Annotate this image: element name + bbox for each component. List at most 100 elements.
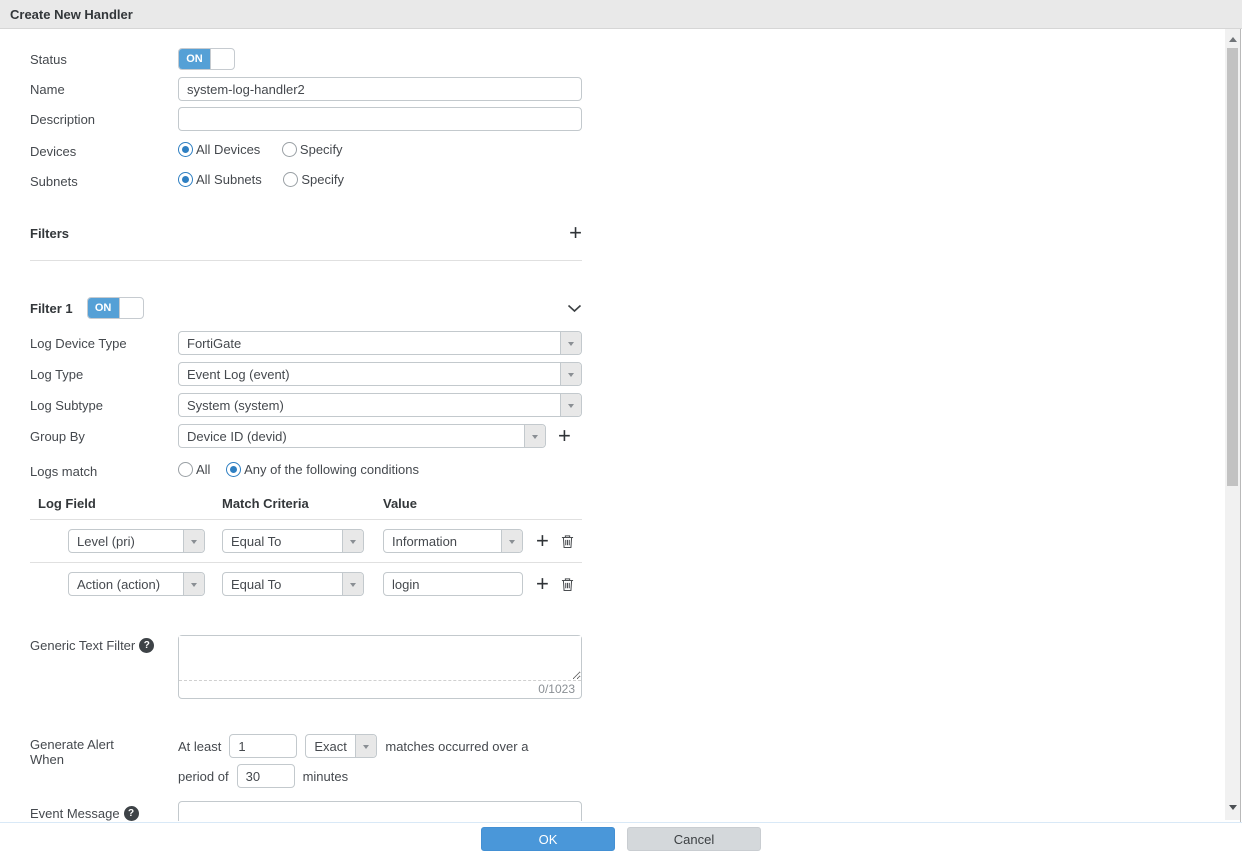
help-icon[interactable]: ?: [124, 806, 139, 821]
dropdown-arrow-icon: [342, 530, 363, 552]
event-message-row: Event Message ?: [30, 801, 582, 821]
name-input[interactable]: [178, 77, 582, 101]
scroll-up-button[interactable]: [1225, 31, 1240, 47]
match-count-input[interactable]: [229, 734, 297, 758]
generic-text-filter-box: 0/1023: [178, 635, 582, 699]
dropdown-arrow-icon: [183, 530, 204, 552]
devices-label: Devices: [30, 144, 178, 159]
generic-text-filter-row: Generic Text Filter ? 0/1023: [30, 635, 582, 699]
condition-row: Action (action) Equal To +: [30, 563, 582, 605]
description-label: Description: [30, 112, 178, 127]
dropdown-arrow-icon: [560, 332, 581, 354]
event-message-input[interactable]: [178, 801, 582, 821]
create-handler-dialog: Create New Handler Status ON Name Descri…: [0, 0, 1242, 858]
subnets-row: Subnets All Subnets Specify: [30, 172, 582, 190]
radio-selected-icon: [226, 462, 241, 477]
match-mode-select[interactable]: Exact: [305, 734, 377, 758]
dropdown-arrow-icon: [342, 573, 363, 595]
logs-match-label: Logs match: [30, 464, 178, 479]
logs-match-all-radio[interactable]: All: [178, 462, 210, 477]
dropdown-arrow-icon: [183, 573, 204, 595]
group-by-select[interactable]: Device ID (devid): [178, 424, 546, 448]
filter1-label: Filter 1: [30, 301, 73, 316]
generate-alert-label: Generate Alert When: [30, 734, 178, 767]
radio-selected-icon: [178, 142, 193, 157]
filters-section-head: Filters +: [30, 224, 582, 242]
log-subtype-select[interactable]: System (system): [178, 393, 582, 417]
name-row: Name: [30, 77, 582, 101]
ok-button[interactable]: OK: [481, 827, 615, 851]
toggle-on-segment: ON: [88, 298, 120, 318]
log-type-select[interactable]: Event Log (event): [178, 362, 582, 386]
help-icon[interactable]: ?: [139, 638, 154, 653]
subnets-label: Subnets: [30, 174, 178, 189]
devices-specify-radio[interactable]: Specify: [282, 142, 343, 157]
filter1-toggle[interactable]: ON: [87, 297, 144, 319]
period-of-text: period of: [178, 769, 229, 784]
alert-line-1: At least Exact matches occurred over a: [178, 734, 528, 758]
at-least-text: At least: [178, 739, 221, 754]
dialog-titlebar: Create New Handler: [0, 0, 1242, 29]
log-field-select[interactable]: Level (pri): [68, 529, 205, 553]
group-by-label: Group By: [30, 429, 178, 444]
scroll-down-button[interactable]: [1225, 800, 1240, 816]
match-criteria-select[interactable]: Equal To: [222, 529, 364, 553]
filters-heading: Filters: [30, 226, 69, 241]
log-device-type-select[interactable]: FortiGate: [178, 331, 582, 355]
dropdown-arrow-icon: [355, 735, 376, 757]
match-criteria-select[interactable]: Equal To: [222, 572, 364, 596]
subnets-specify-radio[interactable]: Specify: [283, 172, 344, 187]
add-condition-icon[interactable]: +: [536, 575, 549, 593]
value-select[interactable]: Information: [383, 529, 523, 553]
description-input[interactable]: [178, 107, 582, 131]
period-input[interactable]: [237, 764, 295, 788]
event-message-label: Event Message ?: [30, 806, 178, 821]
log-subtype-label: Log Subtype: [30, 398, 178, 413]
value-input[interactable]: [383, 572, 523, 596]
group-by-row: Group By Device ID (devid) +: [30, 424, 582, 448]
generic-text-filter-textarea[interactable]: [179, 636, 581, 680]
status-toggle[interactable]: ON: [178, 48, 235, 70]
condition-row: Level (pri) Equal To Information +: [30, 520, 582, 562]
dropdown-arrow-icon: [524, 425, 545, 447]
subnets-all-radio[interactable]: All Subnets: [178, 172, 262, 187]
add-group-by-icon[interactable]: +: [558, 427, 571, 445]
description-row: Description: [30, 107, 582, 131]
scrollbar-thumb[interactable]: [1227, 48, 1238, 486]
logs-match-any-radio[interactable]: Any of the following conditions: [226, 462, 419, 477]
section-divider: [30, 260, 582, 261]
status-row: Status ON: [30, 48, 582, 70]
arrow-up-icon: [1229, 33, 1237, 42]
log-device-type-row: Log Device Type FortiGate: [30, 331, 582, 355]
col-match-criteria: Match Criteria: [222, 496, 383, 511]
vertical-scrollbar[interactable]: [1225, 29, 1240, 820]
dropdown-arrow-icon: [560, 363, 581, 385]
devices-row: Devices All Devices Specify: [30, 142, 582, 160]
cancel-button[interactable]: Cancel: [627, 827, 761, 851]
dropdown-arrow-icon: [560, 394, 581, 416]
generate-alert-row: Generate Alert When At least Exact match…: [30, 734, 582, 788]
add-condition-icon[interactable]: +: [536, 532, 549, 550]
toggle-on-segment: ON: [179, 49, 211, 69]
log-type-row: Log Type Event Log (event): [30, 362, 582, 386]
radio-unselected-icon: [282, 142, 297, 157]
radio-selected-icon: [178, 172, 193, 187]
minutes-text: minutes: [303, 769, 349, 784]
char-counter: 0/1023: [179, 680, 581, 698]
logs-match-row: Logs match All Any of the following cond…: [30, 462, 582, 480]
devices-all-radio[interactable]: All Devices: [178, 142, 260, 157]
log-type-label: Log Type: [30, 367, 178, 382]
filter1-head: Filter 1 ON: [30, 297, 582, 319]
delete-condition-trash-icon[interactable]: [561, 534, 574, 549]
dropdown-arrow-icon: [501, 530, 522, 552]
col-log-field: Log Field: [30, 496, 222, 511]
add-filter-icon[interactable]: +: [569, 224, 582, 242]
generic-text-filter-label: Generic Text Filter ?: [30, 635, 178, 653]
arrow-down-icon: [1229, 805, 1237, 814]
dialog-footer: OK Cancel: [0, 822, 1242, 858]
conditions-table-header: Log Field Match Criteria Value: [30, 496, 582, 511]
log-field-select[interactable]: Action (action): [68, 572, 205, 596]
delete-condition-trash-icon[interactable]: [561, 577, 574, 592]
collapse-chevron-down-icon[interactable]: [567, 304, 582, 313]
radio-unselected-icon: [283, 172, 298, 187]
